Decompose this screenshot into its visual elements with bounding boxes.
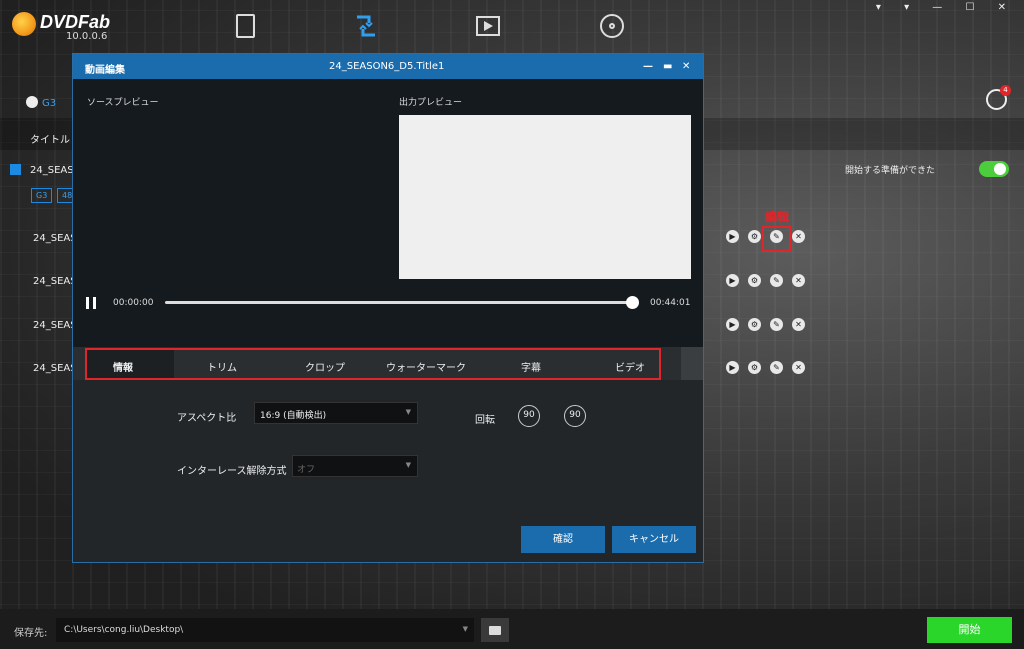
aspect-label: アスペクト比 [177,413,237,424]
close-icon[interactable]: ✕ [682,61,690,72]
output-preview-label: 出力プレビュー [399,98,463,108]
edit-icon[interactable]: ✎ [770,318,783,331]
tab-scroll[interactable] [681,347,703,380]
window-controls[interactable]: ▾ ▾ — ☐ ✕ [876,2,1016,13]
title-header: タイトル [30,135,70,146]
settings-icon[interactable]: ⚙ [748,230,761,243]
list-item[interactable]: 24_SEAS [33,320,77,331]
main-title: 24_SEAS [30,165,74,176]
dvdfab-logo-icon [12,12,36,36]
play-icon [484,21,493,31]
video-icon[interactable] [476,16,500,36]
edit-icon[interactable]: ✎ [770,230,783,243]
tab-highlight-box [85,348,661,380]
list-item[interactable]: 24_SEAS [33,363,77,374]
chevron-down-icon: ▼ [405,408,411,416]
play-icon[interactable]: ▶ [726,274,739,287]
video-edit-dialog: 動画編集 24_SEASON6_D5.Title1 — ▬ ✕ ソースプレビュー… [72,53,704,563]
collapse-checkbox[interactable] [10,164,21,175]
total-time: 00:44:01 [650,298,691,308]
toggle-knob [994,163,1006,175]
rotate-left-button[interactable]: 90 [518,405,540,427]
rotate-right-button[interactable]: 90 [564,405,586,427]
play-icon[interactable]: ▶ [726,318,739,331]
minimize-icon[interactable]: — [643,61,653,72]
settings-icon[interactable]: ⚙ [748,274,761,287]
ok-button[interactable]: 確認 [521,526,605,553]
close-icon[interactable]: ✕ [792,318,805,331]
edit-annotation: 編輯 [765,210,790,224]
close-icon[interactable]: ✕ [792,274,805,287]
app-logo: DVDFab [40,12,111,32]
app-version: 10.0.0.6 [66,31,108,42]
list-item[interactable]: 24_SEAS [33,276,77,287]
rotate-label: 回転 [475,415,495,426]
document-icon[interactable] [236,14,255,38]
deinterlace-select[interactable]: オフ ▼ [292,455,418,477]
cancel-button[interactable]: キャンセル [612,526,696,553]
current-time: 00:00:00 [113,298,154,308]
arrow-circle-icon[interactable] [26,96,38,108]
source-preview-label: ソースプレビュー [87,98,159,108]
aspect-value: 16:9 (自動検出) [260,411,327,421]
maximize-icon[interactable]: ▬ [663,61,672,72]
play-icon[interactable]: ▶ [726,361,739,374]
chevron-down-icon: ▼ [405,461,411,469]
save-path-value: C:\Users\cong.liu\Desktop\ [64,625,184,635]
list-item[interactable]: 24_SEAS [33,233,77,244]
folder-icon [489,626,501,635]
pause-icon[interactable] [85,297,97,309]
top-bar: DVDFab 10.0.0.6 ▾ ▾ — ☐ ✕ [0,0,1024,52]
dialog-titlebar[interactable]: 動画編集 24_SEASON6_D5.Title1 — ▬ ✕ [73,54,703,79]
seek-bar[interactable] [165,301,633,304]
edit-icon[interactable]: ✎ [770,361,783,374]
seek-handle[interactable] [626,296,639,309]
dialog-file-name: 24_SEASON6_D5.Title1 [329,61,445,72]
ready-toggle[interactable] [979,161,1009,177]
badge-g3: G3 [31,188,53,203]
source-label: G3 [42,98,57,109]
output-preview-box [399,115,691,279]
chevron-down-icon: ▼ [462,625,468,633]
browse-folder-button[interactable] [481,618,509,642]
tab-bar: 情報 トリム クロップ ウォーターマーク 字幕 ビデオ [73,347,703,380]
convert-icon[interactable] [353,13,379,39]
save-path-select[interactable]: C:\Users\cong.liu\Desktop\ ▼ [56,618,474,642]
dialog-title: 動画編集 [85,65,125,76]
bottom-bar: 保存先: C:\Users\cong.liu\Desktop\ ▼ 開始 [0,609,1024,649]
edit-icon[interactable]: ✎ [770,274,783,287]
deinterlace-label: インターレース解除方式 [177,466,287,477]
settings-icon[interactable]: ⚙ [748,361,761,374]
play-icon[interactable]: ▶ [726,230,739,243]
settings-icon[interactable]: ⚙ [748,318,761,331]
ready-label: 開始する準備ができた [845,166,936,176]
preview-area: ソースプレビュー 出力プレビュー 00:00:00 00:44:01 [73,79,703,347]
close-icon[interactable]: ✕ [792,230,805,243]
deinterlace-value: オフ [297,465,316,475]
start-button[interactable]: 開始 [927,617,1012,643]
save-to-label: 保存先: [14,628,48,639]
disc-center-icon [609,23,615,29]
close-icon[interactable]: ✕ [792,361,805,374]
queue-badge: 4 [1000,85,1011,96]
disc-icon[interactable] [600,14,624,38]
aspect-select[interactable]: 16:9 (自動検出) ▼ [254,402,418,424]
